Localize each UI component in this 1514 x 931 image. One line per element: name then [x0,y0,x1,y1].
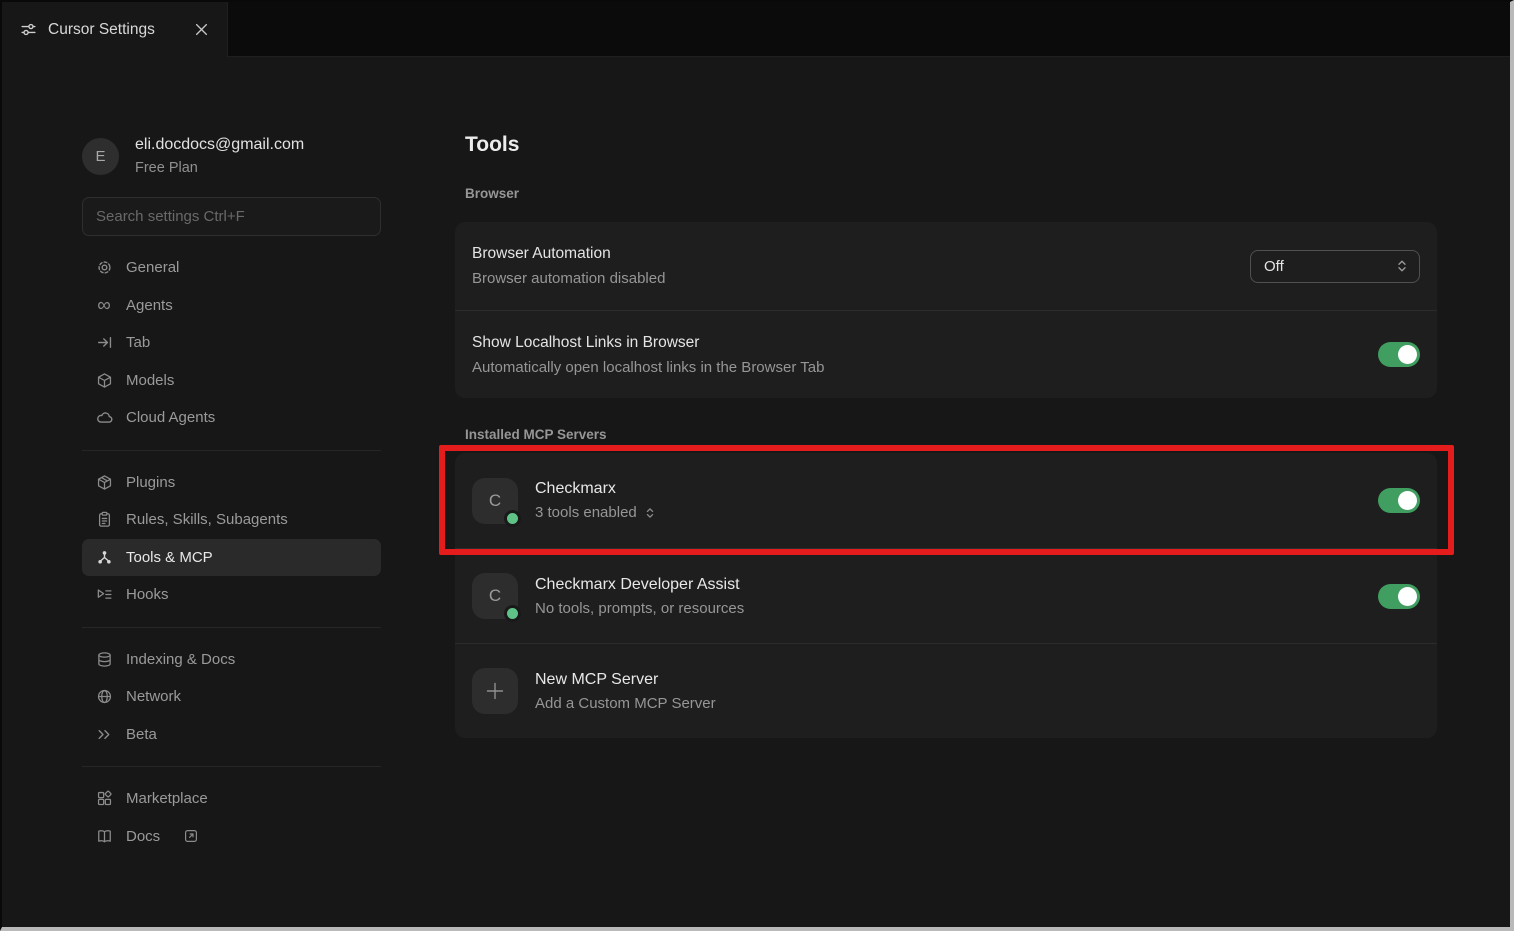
setting-subtitle: Automatically open localhost links in th… [472,359,824,376]
server-status: Add a Custom MCP Server [535,695,716,712]
avatar: E [82,138,119,175]
sidebar-item-label: Indexing & Docs [126,651,235,668]
sidebar-item-label: Tools & MCP [126,549,213,566]
marketplace-icon [95,790,113,807]
checkmarx-toggle[interactable] [1378,488,1420,513]
infinity-icon: ∞ [95,296,113,315]
server-avatar: C [472,573,518,619]
browser-section-label: Browser [465,186,1437,201]
network-icon [95,549,113,566]
server-status: 3 tools enabled [535,504,637,521]
mcp-server-row-checkmarx[interactable]: C Checkmarx 3 tools enabled [455,453,1437,548]
account-plan: Free Plan [135,160,304,176]
server-avatar: C [472,478,518,524]
sidebar-item-tools-mcp[interactable]: Tools & MCP [82,539,381,577]
chevron-updown-icon[interactable] [644,506,656,520]
sidebar-item-label: Network [126,688,181,705]
server-initial: C [489,491,501,511]
sidebar-item-label: Models [126,372,174,389]
cube-icon [95,372,113,389]
hooks-icon [95,586,113,603]
setting-title: Browser Automation [472,245,665,263]
browser-automation-select[interactable]: Off [1250,250,1420,283]
database-icon [95,651,113,668]
sidebar-item-label: Hooks [126,586,169,603]
select-value: Off [1264,258,1284,275]
account-section: E eli.docdocs@gmail.com Free Plan [82,136,381,176]
mcp-section-label: Installed MCP Servers [465,427,1437,442]
package-icon [95,474,113,491]
sidebar-item-label: Cloud Agents [126,409,215,426]
sidebar-divider [82,627,381,628]
server-name: New MCP Server [535,671,716,689]
search-input[interactable] [82,197,381,236]
sidebar-item-label: Plugins [126,474,175,491]
new-mcp-server-row[interactable]: New MCP Server Add a Custom MCP Server [455,643,1437,738]
tab-cursor-settings[interactable]: Cursor Settings [2,2,228,57]
tab-title: Cursor Settings [48,21,178,39]
book-icon [95,828,113,845]
status-dot [504,605,521,622]
sidebar-divider [82,766,381,767]
localhost-links-toggle[interactable] [1378,342,1420,367]
cloud-icon [95,409,113,426]
sidebar-divider [82,450,381,451]
clipboard-icon [95,511,113,528]
tab-arrow-icon [95,334,113,351]
browser-automation-row: Browser Automation Browser automation di… [455,222,1437,310]
server-name: Checkmarx [535,480,656,498]
globe-icon [95,688,113,705]
sidebar-item-tab[interactable]: Tab [82,324,381,362]
account-email: eli.docdocs@gmail.com [135,136,304,154]
plus-icon [472,668,518,714]
sidebar-item-network[interactable]: Network [82,678,381,716]
tab-bar: Cursor Settings [2,2,1510,57]
cursor-settings-window: Cursor Settings E eli.docdocs@gmail.com … [0,0,1514,931]
sidebar-item-label: General [126,259,179,276]
sidebar-item-label: Docs [126,828,160,845]
localhost-links-row: Show Localhost Links in Browser Automati… [455,310,1437,398]
checkmarx-developer-assist-toggle[interactable] [1378,584,1420,609]
setting-subtitle: Browser automation disabled [472,270,665,287]
sidebar-item-indexing-docs[interactable]: Indexing & Docs [82,641,381,679]
settings-content: E eli.docdocs@gmail.com Free Plan [2,57,1510,927]
setting-title: Show Localhost Links in Browser [472,334,824,352]
server-name: Checkmarx Developer Assist [535,576,744,594]
sidebar-item-label: Marketplace [126,790,208,807]
chevron-updown-icon [1395,258,1409,274]
tab-close-icon[interactable] [189,18,213,42]
settings-main: Tools Browser Browser Automation Browser… [455,57,1437,927]
sidebar-item-beta[interactable]: Beta [82,716,381,754]
sidebar-item-agents[interactable]: ∞ Agents [82,287,381,325]
external-link-icon [182,829,200,843]
double-chevron-icon [95,726,113,743]
browser-settings-card: Browser Automation Browser automation di… [455,222,1437,398]
sidebar-item-hooks[interactable]: Hooks [82,576,381,614]
gear-icon [95,259,113,276]
sidebar-item-models[interactable]: Models [82,362,381,400]
mcp-server-row-checkmarx-developer-assist[interactable]: C Checkmarx Developer Assist No tools, p… [455,548,1437,643]
server-status: No tools, prompts, or resources [535,600,744,617]
sidebar-nav: General ∞ Agents Tab [82,249,381,855]
page-title: Tools [465,133,1437,157]
status-dot [504,510,521,527]
sidebar-item-rules-skills-subagents[interactable]: Rules, Skills, Subagents [82,501,381,539]
sidebar-item-docs[interactable]: Docs [82,818,381,856]
settings-sidebar: E eli.docdocs@gmail.com Free Plan [2,57,381,927]
sidebar-item-label: Rules, Skills, Subagents [126,511,288,528]
sidebar-item-marketplace[interactable]: Marketplace [82,780,381,818]
sidebar-item-cloud-agents[interactable]: Cloud Agents [82,399,381,437]
mcp-servers-card: C Checkmarx 3 tools enabled [455,453,1437,738]
sidebar-item-label: Tab [126,334,150,351]
sidebar-item-label: Agents [126,297,173,314]
sidebar-item-general[interactable]: General [82,249,381,287]
sliders-icon [20,21,37,38]
sidebar-item-label: Beta [126,726,157,743]
sidebar-item-plugins[interactable]: Plugins [82,464,381,502]
server-initial: C [489,586,501,606]
